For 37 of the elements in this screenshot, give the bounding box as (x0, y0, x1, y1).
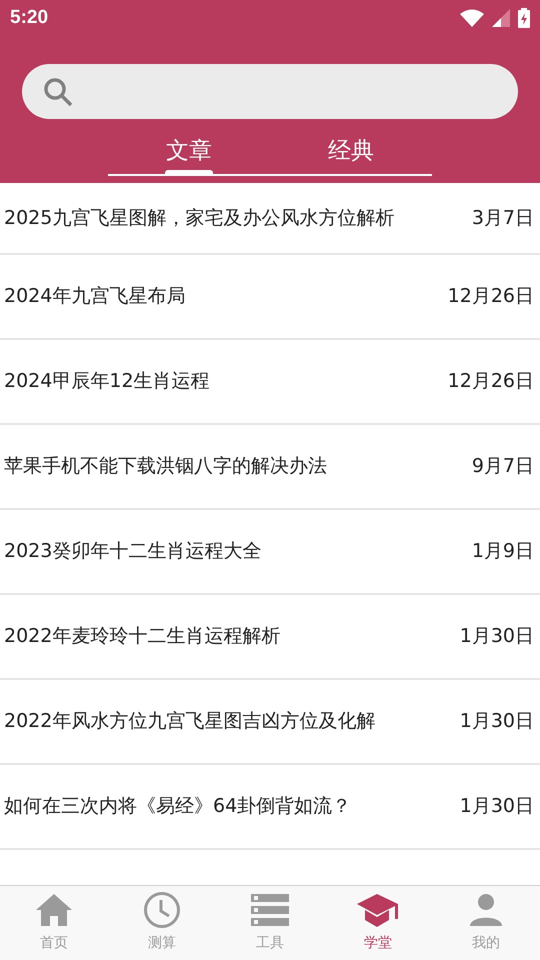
status-time: 5:20 (10, 6, 48, 30)
article-row[interactable]: 2023癸卯年十二生肖运程大全 1月9日 (0, 510, 540, 595)
article-row[interactable]: 2025九宫飞星图解，家宅及办公风水方位解析 3月7日 (0, 183, 540, 255)
article-date: 3月7日 (472, 206, 534, 231)
article-row[interactable]: 2024甲辰年12生肖运程 12月26日 (0, 340, 540, 425)
article-row[interactable]: 2024年九宫飞星布局 12月26日 (0, 255, 540, 340)
tab[interactable]: 文章 (108, 131, 270, 174)
article-date: 1月30日 (460, 709, 534, 734)
article-title: 2022年风水方位九宫飞星图吉凶方位及化解 (4, 709, 376, 734)
article-title: 2025九宫飞星图解，家宅及办公风水方位解析 (4, 206, 394, 231)
article-title: 2023癸卯年十二生肖运程大全 (4, 539, 262, 564)
article-date: 9月7日 (472, 454, 534, 480)
article-date: 1月30日 (460, 624, 534, 650)
article-row[interactable]: 2022年麦玲玲十二生肖运程解析 1月30日 (0, 595, 540, 680)
article-date: 12月26日 (448, 369, 534, 394)
article-row[interactable]: 如何在三次内将《易经》64卦倒背如流？ 1月30日 (0, 765, 540, 850)
article-row[interactable]: 苹果手机不能下载洪铟八字的解决办法 9月7日 (0, 425, 540, 510)
article-title: 苹果手机不能下载洪铟八字的解决办法 (4, 454, 327, 480)
article-row[interactable]: 2022年风水方位九宫飞星图吉凶方位及化解 1月30日 (0, 680, 540, 765)
nav-item[interactable]: 学堂 (324, 886, 432, 960)
article-title: 2022年麦玲玲十二生肖运程解析 (4, 624, 280, 650)
home-icon (35, 893, 73, 927)
article-date: 1月30日 (460, 794, 534, 820)
article-title: 2024甲辰年12生肖运程 (4, 369, 210, 394)
list-icon (251, 894, 289, 926)
tab[interactable]: 经典 (270, 131, 432, 174)
article-date: 12月26日 (448, 284, 534, 310)
search-icon (43, 76, 73, 106)
wifi-icon (460, 9, 484, 27)
battery-icon (518, 8, 530, 28)
article-date: 1月9日 (472, 539, 534, 564)
article-title: 2024年九宫飞星布局 (4, 284, 186, 310)
article-title: 如何在三次内将《易经》64卦倒背如流？ (4, 794, 352, 820)
graduation-cap-icon (357, 893, 399, 927)
clock-icon (143, 891, 181, 929)
signal-icon (492, 9, 510, 27)
person-icon (469, 893, 503, 927)
